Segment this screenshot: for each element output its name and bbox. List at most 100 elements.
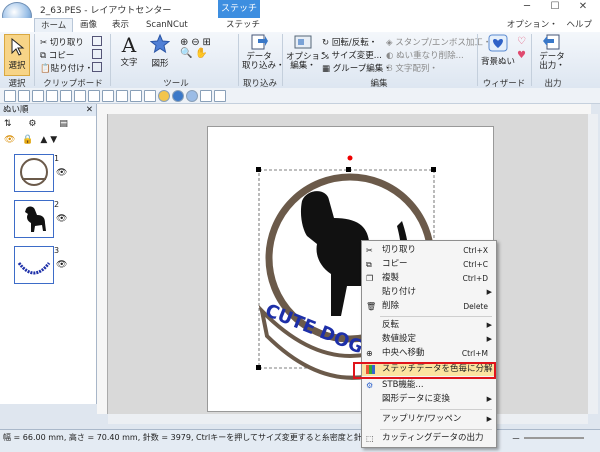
- duplicate-icon[interactable]: [92, 36, 102, 46]
- heart-wizard-icon[interactable]: ♡: [517, 36, 526, 47]
- redo-icon[interactable]: [88, 90, 100, 102]
- remove-overlap-button[interactable]: ◐ ぬい重なり削除...: [386, 49, 464, 61]
- magnify-icon[interactable]: 🔍: [180, 48, 192, 59]
- realistic-view-icon[interactable]: [102, 90, 114, 102]
- sewing-order-item[interactable]: [14, 154, 54, 192]
- menu-item-paste[interactable]: 貼り付け ▶: [362, 286, 496, 299]
- menu-item-stb[interactable]: ⚙ STB機能...: [362, 379, 496, 392]
- close-button[interactable]: ✕: [574, 0, 592, 14]
- grid-icon[interactable]: [116, 90, 128, 102]
- design-view-icon[interactable]: [186, 90, 198, 102]
- import-button-label: データ 取り込み・: [242, 52, 285, 71]
- vertical-scrollbar[interactable]: [588, 114, 598, 414]
- panel-close-icon[interactable]: ✕: [86, 104, 93, 116]
- tab-scanncut[interactable]: ScanNCut: [140, 18, 194, 32]
- move-up-icon[interactable]: ▲: [40, 135, 47, 145]
- resize-handle[interactable]: [256, 365, 261, 370]
- shape-button[interactable]: 図形: [146, 33, 174, 74]
- copy-label: コピー: [48, 51, 75, 61]
- sewing-order-number: 1: [54, 154, 60, 163]
- sewing-order-item[interactable]: [14, 200, 54, 238]
- panel-layout-icon[interactable]: ▤: [59, 119, 68, 129]
- paste-button[interactable]: 📋貼り付け・: [40, 62, 93, 74]
- stamp-emboss-button[interactable]: ◈ スタンプ/エンボス加工・: [386, 36, 491, 48]
- tab-view[interactable]: 表示: [106, 18, 135, 32]
- sort-icon[interactable]: ⇅: [4, 119, 12, 129]
- stitch-simulator-icon[interactable]: [144, 90, 156, 102]
- zoom-out-button[interactable]: －: [510, 432, 522, 445]
- menu-item-applique[interactable]: アップリケ/ワッペン ▶: [362, 413, 496, 426]
- save-icon[interactable]: [32, 90, 44, 102]
- clipboard-small-tools[interactable]: [92, 36, 102, 76]
- heart-applique-icon[interactable]: ♥: [517, 50, 526, 61]
- menu-item-shortcut: Ctrl+M: [461, 349, 488, 358]
- menu-item-move-center[interactable]: ⊕ 中央へ移動 Ctrl+M: [362, 347, 496, 360]
- remove-overlap-label: ぬい重なり削除...: [396, 51, 464, 61]
- help-menu[interactable]: ヘルプ: [566, 20, 592, 30]
- delete-icon[interactable]: [92, 62, 102, 72]
- undo-icon[interactable]: [74, 90, 86, 102]
- group-icon: ▦: [322, 64, 331, 74]
- select-button-label: 選択: [8, 61, 26, 71]
- menu-item-delete[interactable]: 🗑 削除 Delete: [362, 300, 496, 313]
- pan-hand-icon[interactable]: ✋: [195, 48, 207, 59]
- group-edit-button[interactable]: ▦ グループ編集・: [322, 62, 392, 74]
- lock-icon[interactable]: 🔒: [22, 135, 33, 145]
- tab-image[interactable]: 画像: [74, 18, 103, 32]
- visibility-eye-icon[interactable]: 👁: [56, 260, 67, 270]
- import-data-button[interactable]: データ 取り込み・: [242, 34, 285, 76]
- print-icon[interactable]: [46, 90, 58, 102]
- menu-item-copy[interactable]: ⧉ コピー Ctrl+C: [362, 258, 496, 271]
- resize-button[interactable]: ⤡ サイズ変更...: [322, 49, 382, 61]
- resize-handle[interactable]: [431, 167, 436, 172]
- help-icon[interactable]: [130, 90, 142, 102]
- cut-label: 切り取り: [49, 38, 84, 48]
- menu-item-duplicate[interactable]: ❐ 複製 Ctrl+D: [362, 272, 496, 285]
- select-button[interactable]: 選択: [4, 34, 30, 76]
- align-icon[interactable]: [92, 49, 102, 59]
- rotate-handle[interactable]: [347, 155, 353, 161]
- cut-button[interactable]: ✂ 切り取り: [40, 36, 84, 48]
- menu-item-convert-to-shape[interactable]: 図形データに変換 ▶: [362, 393, 496, 406]
- zoom-fit-icon[interactable]: ⊞: [203, 37, 211, 48]
- hoop-select-icon[interactable]: [214, 90, 226, 102]
- resize-handle[interactable]: [256, 167, 261, 172]
- menu-item-flip[interactable]: 反転 ▶: [362, 319, 496, 332]
- background-image-icon[interactable]: [200, 90, 212, 102]
- horizontal-scrollbar[interactable]: [108, 414, 588, 424]
- tab-home[interactable]: ホーム: [34, 18, 74, 33]
- resize-handle[interactable]: [346, 167, 351, 172]
- eye-toggle-icon[interactable]: 👁: [4, 135, 15, 145]
- zoom-slider[interactable]: [524, 437, 584, 439]
- panel-title-text: ぬい順: [3, 105, 29, 115]
- menu-item-numeric-settings[interactable]: 数値設定 ▶: [362, 333, 496, 346]
- move-down-icon[interactable]: ▼: [50, 135, 57, 145]
- menu-item-cut[interactable]: ✂ 切り取り Ctrl+X: [362, 244, 496, 257]
- trash-icon: 🗑: [366, 302, 377, 311]
- minimize-button[interactable]: ─: [518, 0, 536, 14]
- filter-icon[interactable]: ⚙: [28, 119, 36, 129]
- menu-item-cutting-output[interactable]: ⬚ カッティングデータの出力: [362, 432, 496, 445]
- color-circle-icon[interactable]: [158, 90, 170, 102]
- option-menu[interactable]: オプション・: [507, 20, 558, 30]
- open-file-icon[interactable]: [18, 90, 30, 102]
- new-file-icon[interactable]: [4, 90, 16, 102]
- maximize-button[interactable]: ☐: [546, 0, 564, 14]
- output-data-button[interactable]: データ 出力・: [535, 34, 569, 76]
- copy-button[interactable]: ⧉ コピー: [40, 49, 74, 61]
- thread-color-icon[interactable]: [172, 90, 184, 102]
- tab-stitch[interactable]: ステッチ: [220, 18, 266, 32]
- text-button[interactable]: A 文字: [116, 34, 142, 74]
- visibility-eye-icon[interactable]: 👁: [56, 168, 67, 178]
- zoom-out-icon[interactable]: ⊖: [191, 37, 199, 48]
- rotate-flip-button[interactable]: ↻ 回転/反転・: [322, 36, 377, 48]
- option-edit-button[interactable]: オプション 編集・: [286, 34, 329, 76]
- visibility-eye-icon[interactable]: 👁: [56, 214, 67, 224]
- text-arrange-button[interactable]: ℬ 文字配列・: [386, 62, 438, 74]
- preview-icon[interactable]: [60, 90, 72, 102]
- group-edit-label: グループ編集・: [332, 64, 392, 74]
- background-stitch-button[interactable]: 背景ぬい: [481, 34, 515, 76]
- sewing-order-item[interactable]: [14, 246, 54, 284]
- menu-item-shortcut: Ctrl+C: [463, 260, 488, 269]
- zoom-in-icon[interactable]: ⊕: [180, 37, 188, 48]
